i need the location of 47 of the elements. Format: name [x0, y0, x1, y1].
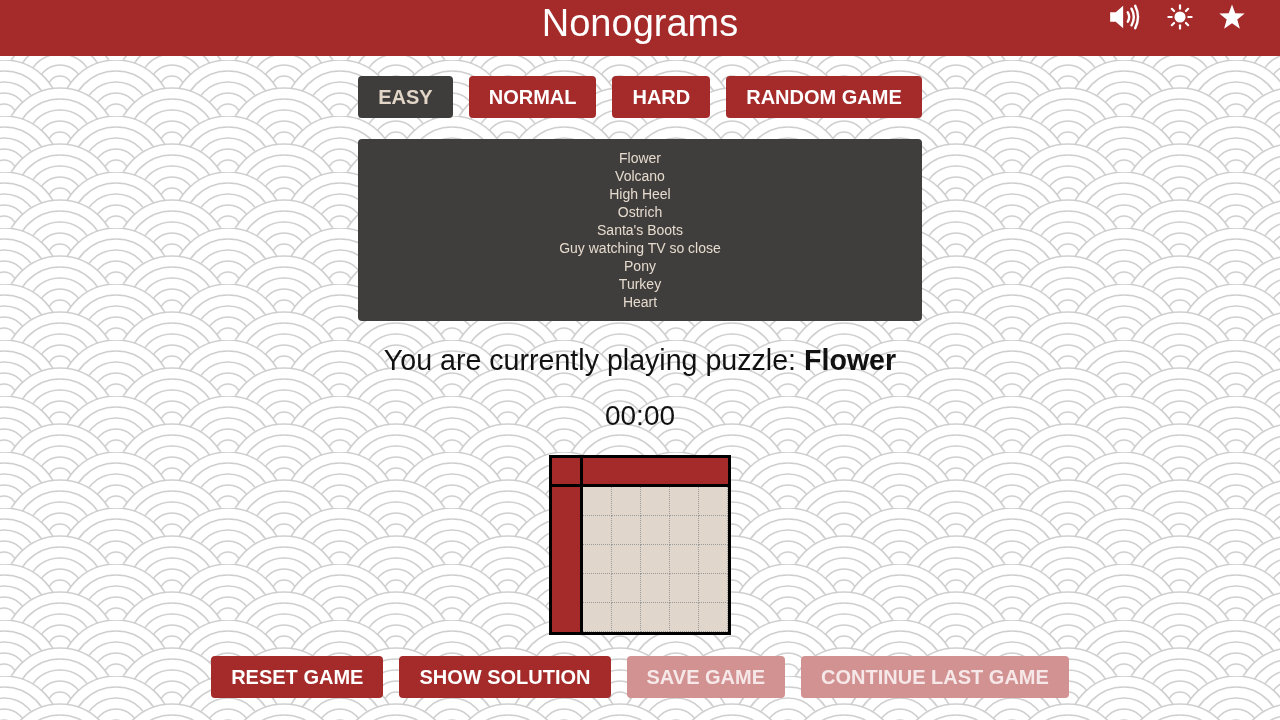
grid-cell[interactable]	[670, 487, 699, 516]
grid-cell[interactable]	[670, 516, 699, 545]
difficulty-tab[interactable]: HARD	[612, 76, 711, 118]
timer: 00:00	[604, 399, 676, 433]
grid-cell[interactable]	[612, 603, 641, 632]
grid-cell[interactable]	[612, 516, 641, 545]
grid-cell[interactable]	[612, 487, 641, 516]
speaker-icon[interactable]	[1108, 4, 1142, 30]
grid-cell[interactable]	[641, 574, 670, 603]
puzzle-item[interactable]: High Heel	[609, 185, 671, 203]
grid-cell[interactable]	[699, 487, 728, 516]
grid-cell[interactable]	[699, 574, 728, 603]
puzzle-item[interactable]: Heart	[622, 293, 658, 311]
grid-cell[interactable]	[583, 487, 612, 516]
grid-cell[interactable]	[641, 487, 670, 516]
grid-cell[interactable]	[641, 516, 670, 545]
corner-block	[552, 458, 580, 484]
difficulty-tab[interactable]: EASY	[358, 76, 453, 118]
grid-cell[interactable]	[670, 574, 699, 603]
grid-cell[interactable]	[612, 574, 641, 603]
grid-cell[interactable]	[583, 545, 612, 574]
grid-cell[interactable]	[641, 545, 670, 574]
star-icon[interactable]	[1218, 4, 1246, 30]
grid-cell[interactable]	[583, 516, 612, 545]
app-title: Nonograms	[541, 1, 739, 44]
current-puzzle-text: You are currently playing puzzle: Flower	[383, 343, 897, 377]
puzzle-item[interactable]: Pony	[624, 257, 656, 275]
puzzle-item[interactable]: Volcano	[615, 167, 665, 185]
difficulty-tab[interactable]: NORMAL	[468, 76, 597, 118]
grid-cell[interactable]	[699, 545, 728, 574]
grid-cell[interactable]	[641, 603, 670, 632]
puzzle-item[interactable]: Ostrich	[617, 203, 663, 221]
grid-cell[interactable]	[670, 603, 699, 632]
puzzle-item[interactable]: Santa's Boots	[597, 221, 683, 239]
grid-cell[interactable]	[699, 516, 728, 545]
difficulty-tab[interactable]: RANDOM GAME	[726, 76, 922, 118]
grid-cell[interactable]	[583, 603, 612, 632]
action-button[interactable]: SHOW SOLUTION	[399, 656, 611, 698]
action-button[interactable]: RESET GAME	[211, 656, 384, 698]
puzzle-item[interactable]: Turkey	[618, 275, 662, 293]
grid-cell[interactable]	[612, 545, 641, 574]
puzzle-item[interactable]: Flower	[619, 149, 661, 167]
grid-cell[interactable]	[583, 574, 612, 603]
sun-icon[interactable]	[1166, 4, 1194, 30]
puzzle-item[interactable]: Guy watching TV so close	[559, 239, 721, 257]
grid-cell[interactable]	[670, 545, 699, 574]
grid-cell[interactable]	[699, 603, 728, 632]
